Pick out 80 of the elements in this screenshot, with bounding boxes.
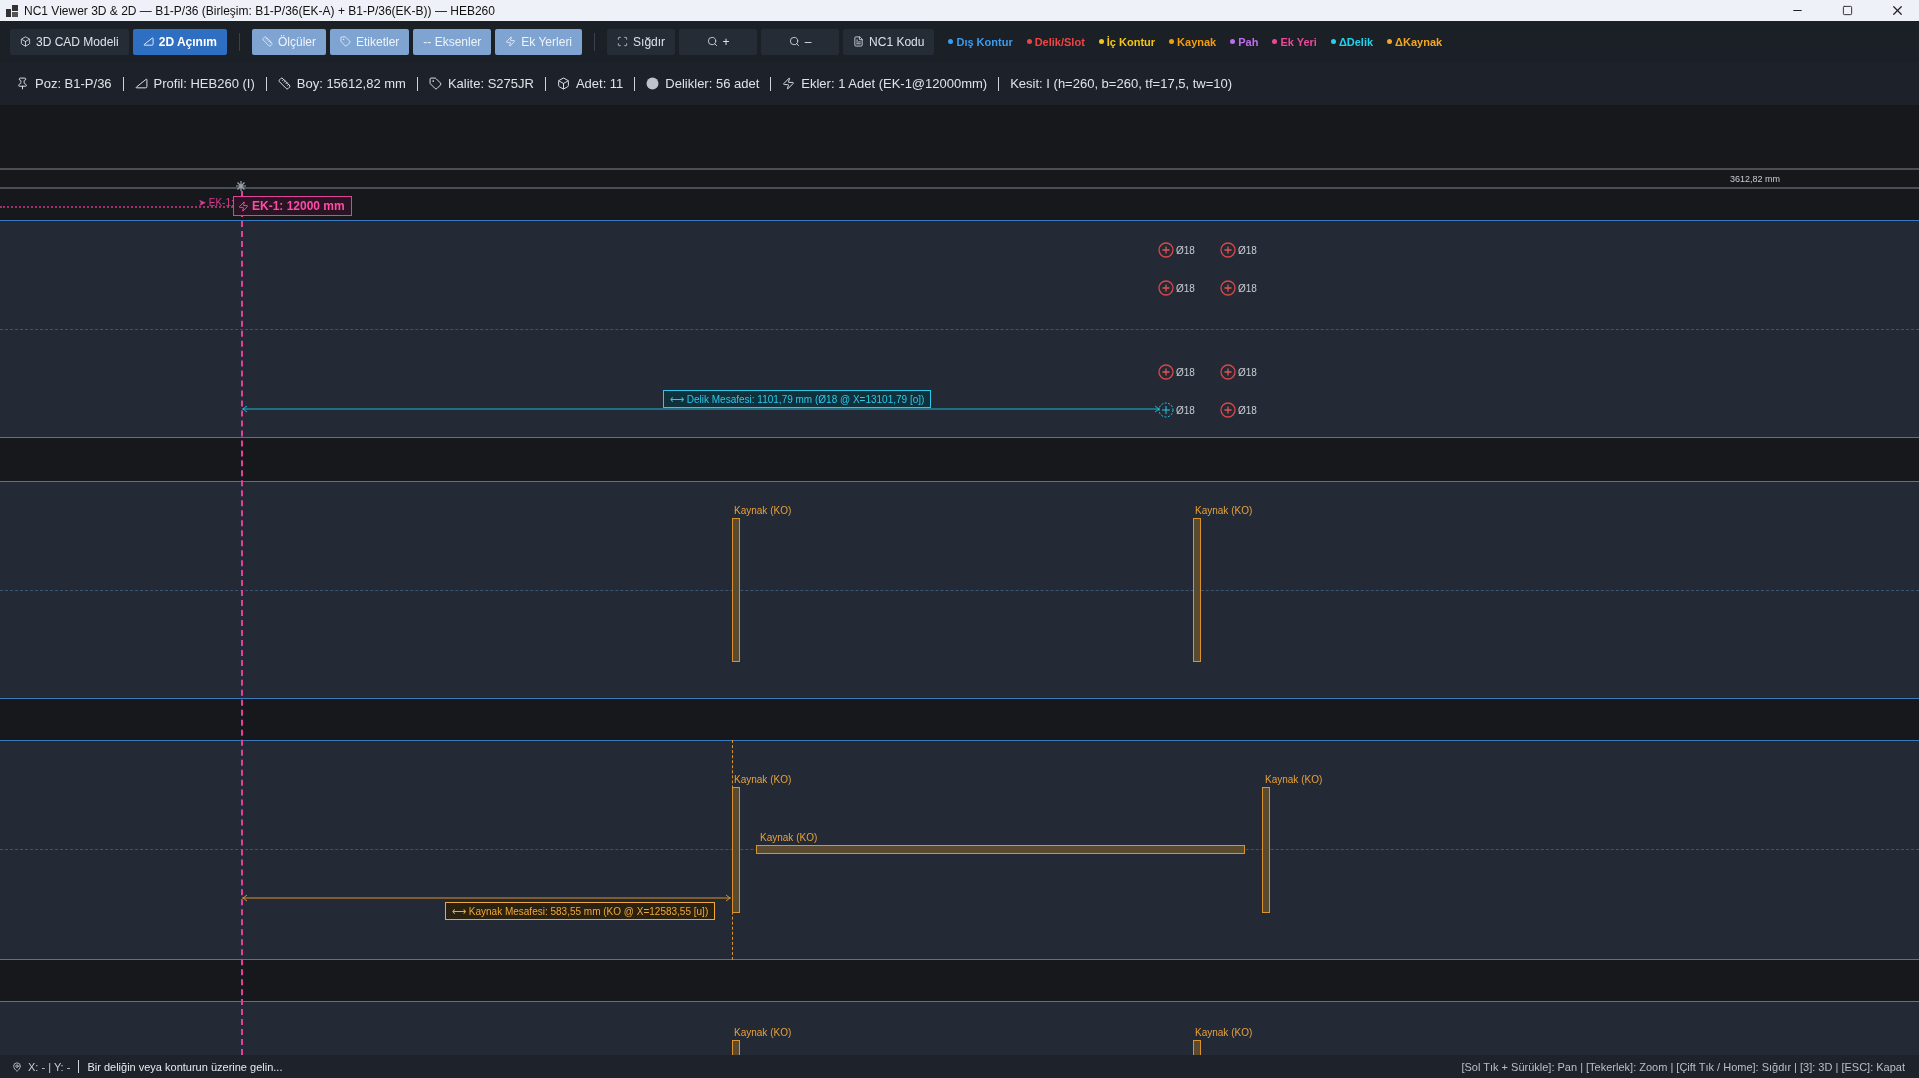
weld-mark[interactable] bbox=[732, 1040, 740, 1055]
legend-item: Pah bbox=[1230, 35, 1259, 48]
legend-item: Dış Kontur bbox=[948, 35, 1013, 48]
hole-icon[interactable] bbox=[1158, 242, 1174, 258]
info-text: Profil: HEB260 (I) bbox=[153, 76, 255, 91]
cube-icon bbox=[20, 36, 31, 47]
search-icon bbox=[788, 36, 800, 47]
weld-label: Kaynak (KO) bbox=[1195, 505, 1253, 516]
legend-item: Ek Yeri bbox=[1272, 35, 1317, 48]
hole-icon[interactable] bbox=[1158, 280, 1174, 296]
bolt-icon bbox=[238, 200, 249, 212]
hole-label: Ø18 bbox=[1238, 283, 1257, 294]
hole-distance-label: ⟷ Delik Mesafesi: 1101,79 mm (Ø18 @ X=13101,79 [o]) bbox=[663, 390, 932, 408]
weld-mark[interactable] bbox=[1262, 787, 1270, 913]
fit-button[interactable]: Sığdır bbox=[607, 28, 676, 55]
app-icon bbox=[6, 4, 18, 17]
hole-label: Ø18 bbox=[1176, 405, 1195, 416]
info-text: Ekler: 1 Adet (EK-1@12000mm) bbox=[801, 76, 988, 91]
code-button[interactable]: NC1 Kodu bbox=[843, 28, 935, 55]
legend-item: Kaynak bbox=[1169, 35, 1217, 48]
hole-label: Ø18 bbox=[1176, 283, 1195, 294]
file-icon bbox=[853, 36, 865, 47]
legend-item: ΔKaynak bbox=[1387, 35, 1443, 48]
tag-icon bbox=[428, 77, 442, 90]
hole-label: Ø18 bbox=[1238, 245, 1257, 256]
splice-label: EK-1: 12000 mm bbox=[233, 196, 352, 216]
weld-mark[interactable] bbox=[756, 845, 1245, 854]
view-tab[interactable]: 3D CAD Modeli bbox=[10, 28, 129, 55]
selected-hole-icon[interactable] bbox=[1158, 402, 1174, 418]
legend-item: Delik/Slot bbox=[1026, 35, 1085, 48]
hole-icon[interactable] bbox=[1220, 280, 1236, 296]
info-text: Delikler: 56 adet bbox=[665, 76, 760, 91]
ruler-icon bbox=[277, 77, 291, 90]
info-text: Boy: 15612,82 mm bbox=[296, 76, 406, 91]
shortcut-hints: [Sol Tık + Sürükle]: Pan | [Tekerlek]: Zoom | [Çift Tık / Home]: Sığdır | [3]: 3D | [ESC]: Kapat bbox=[1461, 1060, 1905, 1073]
pin-icon bbox=[12, 1061, 22, 1072]
info-text: Poz: B1-P/36 bbox=[35, 76, 112, 91]
bolt-icon bbox=[505, 36, 517, 47]
splice-marker-label: ➤ EK-1: bbox=[198, 197, 234, 208]
weld-label: Kaynak (KO) bbox=[734, 505, 792, 516]
hole-icon[interactable] bbox=[1158, 364, 1174, 380]
status-message: Bir deliğin veya konturun üzerine gelin... bbox=[87, 1060, 283, 1073]
restore-icon[interactable] bbox=[1841, 5, 1853, 16]
info-text: Adet: 11 bbox=[575, 76, 624, 91]
info-text: Kesit: I (h=260, b=260, tf=17,5, tw=10) bbox=[1010, 76, 1233, 91]
weld-label: Kaynak (KO) bbox=[734, 774, 792, 785]
weld-mark[interactable] bbox=[1193, 518, 1201, 662]
weld-label: Kaynak (KO) bbox=[734, 1027, 792, 1038]
weld-mark[interactable] bbox=[732, 518, 740, 662]
hole-icon[interactable] bbox=[1220, 364, 1236, 380]
weld-mark[interactable] bbox=[1193, 1040, 1201, 1055]
hole-icon[interactable] bbox=[1220, 242, 1236, 258]
zoom-button[interactable]: + bbox=[679, 28, 758, 55]
tag-icon bbox=[339, 36, 351, 47]
fit-icon bbox=[617, 36, 629, 47]
hatched-circle-icon bbox=[646, 77, 660, 90]
weld-label: Kaynak (KO) bbox=[1265, 774, 1323, 785]
info-text: Kalite: S275JR bbox=[447, 76, 534, 91]
legend-item: ΔDelik bbox=[1330, 35, 1374, 48]
hole-label: Ø18 bbox=[1238, 405, 1257, 416]
view-tab[interactable]: 2D Açınım bbox=[132, 28, 227, 55]
hole-label: Ø18 bbox=[1176, 245, 1195, 256]
weld-mark[interactable] bbox=[732, 787, 740, 913]
hole-icon[interactable] bbox=[1220, 402, 1236, 418]
asterisk-icon bbox=[236, 181, 246, 193]
cube-icon bbox=[556, 77, 570, 90]
pin-icon bbox=[16, 77, 29, 90]
hole-label: Ø18 bbox=[1238, 367, 1257, 378]
length-label: 3612,82 mm bbox=[1730, 174, 1781, 184]
weld-distance-label: ⟷ Kaynak Mesafesi: 583,55 mm (KO @ X=12583,55 [u]) bbox=[445, 902, 716, 920]
bolt-icon bbox=[782, 77, 796, 90]
weld-label: Kaynak (KO) bbox=[1195, 1027, 1253, 1038]
hole-label: Ø18 bbox=[1176, 367, 1195, 378]
legend-item: İç Kontur bbox=[1098, 35, 1156, 48]
cursor-coordinates: X: - | Y: - bbox=[28, 1060, 71, 1073]
weld-label: Kaynak (KO) bbox=[760, 832, 818, 843]
ruler-icon bbox=[261, 36, 273, 47]
window-title: NC1 Viewer 3D & 2D — B1-P/36 (Birleşim: B1-P/36(EK-A) + B1-P/36(EK-B)) — HEB260 bbox=[24, 3, 496, 18]
search-icon bbox=[706, 36, 718, 47]
zoom-button[interactable]: – bbox=[761, 28, 840, 55]
